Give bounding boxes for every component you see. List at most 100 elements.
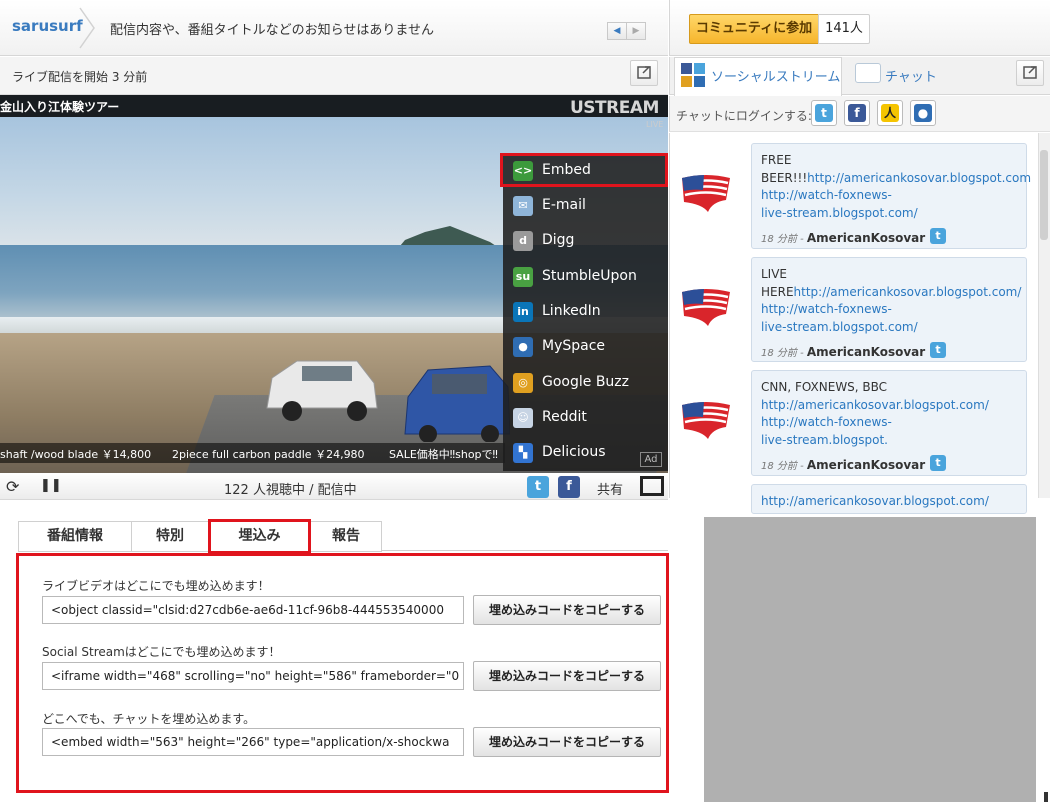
- embed-video-label: ライブビデオはどこにでも埋め込めます！: [42, 579, 270, 593]
- delicious-icon: ▚: [513, 443, 533, 463]
- post-link[interactable]: http://americankosovar.blogspot.com/ htt…: [761, 398, 989, 447]
- twitter-icon[interactable]: t: [930, 228, 946, 244]
- embed-chat-code-field[interactable]: <embed width="563" height="266" type="ap…: [42, 728, 464, 756]
- share-menu-item[interactable]: ✉ E-mail: [503, 188, 668, 223]
- embed-highlight: [500, 153, 668, 187]
- post-link[interactable]: http://americankosovar.blogspot.com/ htt…: [761, 285, 1021, 334]
- copy-chat-code-button[interactable]: 埋め込みコードをコピーする: [473, 727, 661, 757]
- tab-social-stream-label[interactable]: ソーシャルストリーム: [711, 66, 840, 85]
- popout-icon: [1023, 66, 1037, 79]
- post-time: 18 分前 -: [761, 234, 804, 245]
- announcement-prev-button[interactable]: ◀: [607, 22, 627, 40]
- twitter-icon[interactable]: t: [930, 342, 946, 358]
- breadcrumb-chevron-icon: [79, 7, 95, 49]
- social-popout-button[interactable]: [1016, 60, 1044, 86]
- login-twitter-button[interactable]: t: [811, 100, 837, 126]
- linkedin-icon: in: [513, 302, 533, 322]
- tab-embed-highlight: [208, 519, 311, 554]
- tab-report[interactable]: 報告: [310, 521, 382, 552]
- embed-video-code-field[interactable]: <object classid="clsid:d27cdb6e-ae6d-11c…: [42, 596, 464, 624]
- post-username[interactable]: AmericanKosovar: [807, 345, 925, 359]
- video-popout-button[interactable]: [630, 60, 658, 86]
- ustream-live-label: LIVE: [646, 120, 664, 129]
- post-message: LIVE HERE: [761, 267, 794, 299]
- share-menu-item[interactable]: in LinkedIn: [503, 294, 668, 329]
- aim-icon: 人: [881, 104, 899, 122]
- facebook-share-icon[interactable]: f: [558, 476, 580, 498]
- popout-icon: [637, 66, 651, 79]
- copy-video-code-button[interactable]: 埋め込みコードをコピーする: [473, 595, 661, 625]
- share-menu-item-label: Reddit: [542, 409, 587, 425]
- ticker-item: 2piece full carbon paddle ￥24,980: [172, 448, 365, 461]
- embed-stream-label: Social Streamはどこにでも埋め込めます！: [42, 645, 281, 659]
- share-menu-item[interactable]: su StumbleUpon: [503, 259, 668, 294]
- post-text: CNN, FOXNEWS, BBC http://americankosovar…: [761, 379, 1031, 449]
- post-meta: 18 分前 - AmericanKosovar: [761, 230, 925, 245]
- post-username[interactable]: AmericanKosovar: [807, 458, 925, 472]
- share-menu-item-label: Google Buzz: [542, 374, 629, 390]
- email-icon: ✉: [513, 196, 533, 216]
- video-blue-car: [404, 365, 510, 442]
- announcement-next-button[interactable]: ▶: [626, 22, 646, 40]
- share-menu-item-label: Digg: [542, 232, 575, 248]
- login-facebook-button[interactable]: f: [844, 100, 870, 126]
- join-community-button[interactable]: コミュニティに参加: [689, 14, 819, 44]
- refresh-icon[interactable]: ⟳: [6, 477, 19, 496]
- twitter-icon: t: [815, 104, 833, 122]
- ustream-logo: USTREAM: [570, 98, 659, 118]
- myspace-icon: ●: [914, 104, 932, 122]
- share-menu-item[interactable]: ● MySpace: [503, 329, 668, 364]
- chat-icon[interactable]: [855, 63, 881, 83]
- stream-post: CNN, FOXNEWS, BBC http://americankosovar…: [751, 370, 1027, 476]
- copy-stream-code-button[interactable]: 埋め込みコードをコピーする: [473, 661, 661, 691]
- share-menu-item-label: MySpace: [542, 338, 606, 354]
- share-menu-item-label: StumbleUpon: [542, 268, 637, 284]
- post-time: 18 分前 -: [761, 461, 804, 472]
- avatar-flag-icon[interactable]: [678, 170, 734, 214]
- post-message: CNN, FOXNEWS, BBC: [761, 380, 888, 394]
- video-title: 金山入り江体験ツアー: [0, 100, 120, 114]
- twitter-icon[interactable]: t: [930, 455, 946, 471]
- pause-icon[interactable]: ❚❚: [40, 478, 62, 493]
- social-stream-icon: [681, 63, 705, 87]
- post-message: FREE BEER!!!: [761, 153, 808, 185]
- share-menu-item-label: E-mail: [542, 197, 586, 213]
- feed-scrollbar-thumb[interactable]: [1040, 150, 1048, 240]
- tab-program-info[interactable]: 番組情報: [18, 521, 132, 552]
- post-username[interactable]: AmericanKosovar: [807, 231, 925, 245]
- ticker-item: shaft /wood blade ￥14,800: [0, 448, 152, 461]
- post-meta: 18 分前 - AmericanKosovar: [761, 344, 925, 359]
- embed-stream-code-field[interactable]: <iframe width="468" scrolling="no" heigh…: [42, 662, 464, 690]
- login-aim-button[interactable]: 人: [877, 100, 903, 126]
- viewer-count: 122 人視聴中 / 配信中: [224, 483, 357, 498]
- google-buzz-icon: ◎: [513, 373, 533, 393]
- avatar-flag-icon[interactable]: [678, 284, 734, 328]
- member-count-badge: 141人: [818, 14, 870, 44]
- stream-post: FREE BEER!!!http://americankosovar.blogs…: [751, 143, 1031, 249]
- embed-chat-label: どこへでも、チャットを埋め込めます。: [42, 712, 256, 726]
- post-meta: 18 分前 - AmericanKosovar: [761, 457, 925, 472]
- avatar-flag-icon[interactable]: [678, 397, 734, 441]
- ticker-item: SALE価格中‼shopで‼: [389, 448, 498, 461]
- post-link[interactable]: http://americankosovar.blogspot.com/: [761, 494, 989, 508]
- ad-badge[interactable]: Ad: [640, 452, 662, 467]
- tab-chat[interactable]: チャット: [885, 66, 937, 85]
- announcement-text: 配信内容や、番組タイトルなどのお知らせはありません: [110, 23, 434, 38]
- tab-special[interactable]: 特別: [131, 521, 209, 552]
- twitter-share-icon[interactable]: t: [527, 476, 549, 498]
- channel-name-link[interactable]: sarusurf: [12, 17, 83, 35]
- share-button[interactable]: 共有: [597, 479, 623, 498]
- login-myspace-button[interactable]: ●: [910, 100, 936, 126]
- stream-post: LIVE HEREhttp://americankosovar.blogspot…: [751, 257, 1027, 362]
- chat-login-label: チャットにログインする:: [676, 109, 812, 123]
- share-menu-item[interactable]: ☺ Reddit: [503, 400, 668, 435]
- share-menu-item-label: Delicious: [542, 444, 606, 460]
- ad-placeholder: [704, 517, 1036, 802]
- post-time: 18 分前 -: [761, 348, 804, 359]
- post-text: FREE BEER!!!http://americankosovar.blogs…: [761, 152, 1031, 222]
- share-menu-item[interactable]: ◎ Google Buzz: [503, 365, 668, 400]
- facebook-icon: f: [848, 104, 866, 122]
- share-menu-item[interactable]: d Digg: [503, 223, 668, 258]
- fullscreen-icon[interactable]: [640, 476, 664, 496]
- reddit-icon: ☺: [513, 408, 533, 428]
